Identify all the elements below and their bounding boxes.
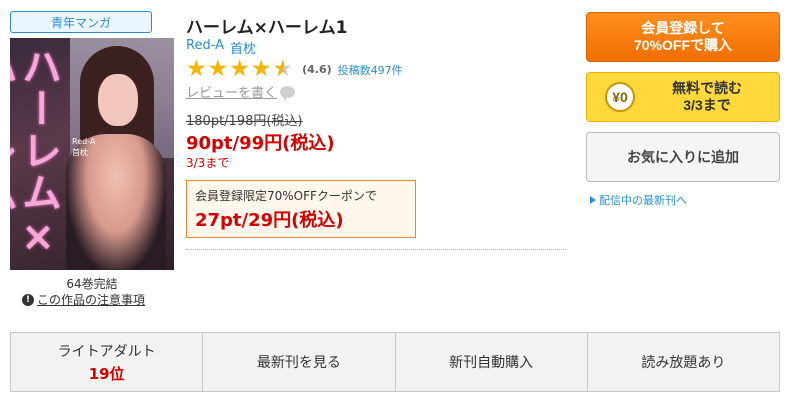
coupon-box: 会員登録限定70%OFFクーポンで 27pt/29円(税込) (186, 180, 416, 238)
latest-volume-link[interactable]: 配信中の最新刊へ (590, 192, 687, 208)
notice-link-label: この作品の注意事項 (37, 293, 146, 307)
cover-credit: Red-A 首枕 (72, 136, 95, 158)
sale-price: 90pt/99円(税込) (186, 133, 335, 154)
speech-bubble-icon (280, 85, 296, 101)
register-purchase-button[interactable]: 会員登録して 70%OFFで購入 (586, 12, 780, 62)
half-star-icon: ★ (272, 56, 294, 82)
cover-figure-face (98, 74, 138, 126)
read-free-line1: 無料で読む (672, 80, 742, 96)
info-icon: ! (22, 293, 34, 306)
notice-link[interactable]: ! この作品の注意事項 (22, 291, 145, 308)
star-icon: ★ (207, 56, 229, 82)
yen-zero-icon: ¥0 (605, 82, 635, 112)
ranking-position: 19位 (88, 364, 125, 383)
coupon-price: 27pt/29円(税込) (195, 210, 344, 231)
add-favorite-button[interactable]: お気に入りに追加 (586, 132, 780, 182)
coupon-label: 会員登録限定70%OFFクーポンで (195, 189, 377, 203)
volume-count: 64巻完結 (66, 277, 118, 291)
auto-purchase-button[interactable]: 新刊自動購入 (396, 333, 588, 391)
star-icon: ★ (186, 56, 207, 82)
divider (186, 249, 566, 250)
author-link[interactable]: Red-A (186, 38, 224, 57)
view-latest-button[interactable]: 最新刊を見る (203, 333, 396, 391)
cover-image[interactable]: ハーレム×ハーレム Red-A 首枕 (10, 38, 174, 270)
read-free-button[interactable]: ¥0 無料で読む 3/3まで (586, 72, 780, 122)
original-price: 180pt/198円(税込) (186, 114, 303, 129)
author-list: Red-A 首枕 (186, 38, 256, 57)
auto-purchase-label: 新刊自動購入 (449, 355, 534, 371)
cover-title: ハーレム×ハーレム (10, 46, 61, 262)
register-line2: 70%OFFで購入 (633, 37, 732, 53)
star-rating: ★ ★ ★ ★ ★ (186, 58, 293, 81)
page-title: ハーレム×ハーレム1 (186, 18, 348, 38)
unlimited-reading-button[interactable]: 読み放題あり (588, 333, 779, 391)
sale-until: 3/3まで (186, 156, 230, 170)
latest-volume-label: 配信中の最新刊へ (599, 194, 687, 207)
unlimited-reading-label: 読み放題あり (641, 355, 726, 371)
genre-badge: 青年マンガ (10, 11, 152, 33)
cover-credit-artist: 首枕 (72, 148, 88, 157)
ranking-category: ライトアダルト (57, 343, 156, 360)
cover-credit-author: Red-A (72, 137, 96, 146)
write-review-label: レビューを書く (186, 86, 278, 101)
review-count-link[interactable]: 投稿数497件 (338, 62, 403, 78)
rating-value: (4.6) (302, 63, 332, 76)
triangle-right-icon (590, 196, 596, 204)
star-icon: ★ (250, 56, 272, 82)
artist-link[interactable]: 首枕 (230, 38, 256, 57)
view-latest-label: 最新刊を見る (256, 355, 341, 371)
register-line1: 会員登録して (641, 20, 725, 36)
read-free-line2: 3/3まで (683, 97, 731, 113)
star-icon: ★ (229, 56, 250, 82)
rating: ★ ★ ★ ★ ★ (4.6) 投稿数497件 (186, 58, 403, 81)
write-review-link[interactable]: レビューを書く (186, 82, 296, 101)
ranking-cell[interactable]: ライトアダルト 19位 (11, 333, 204, 391)
read-free-label: 無料で読む 3/3まで (635, 80, 779, 114)
bottom-bar: ライトアダルト 19位 最新刊を見る 新刊自動購入 読み放題あり (10, 332, 780, 392)
